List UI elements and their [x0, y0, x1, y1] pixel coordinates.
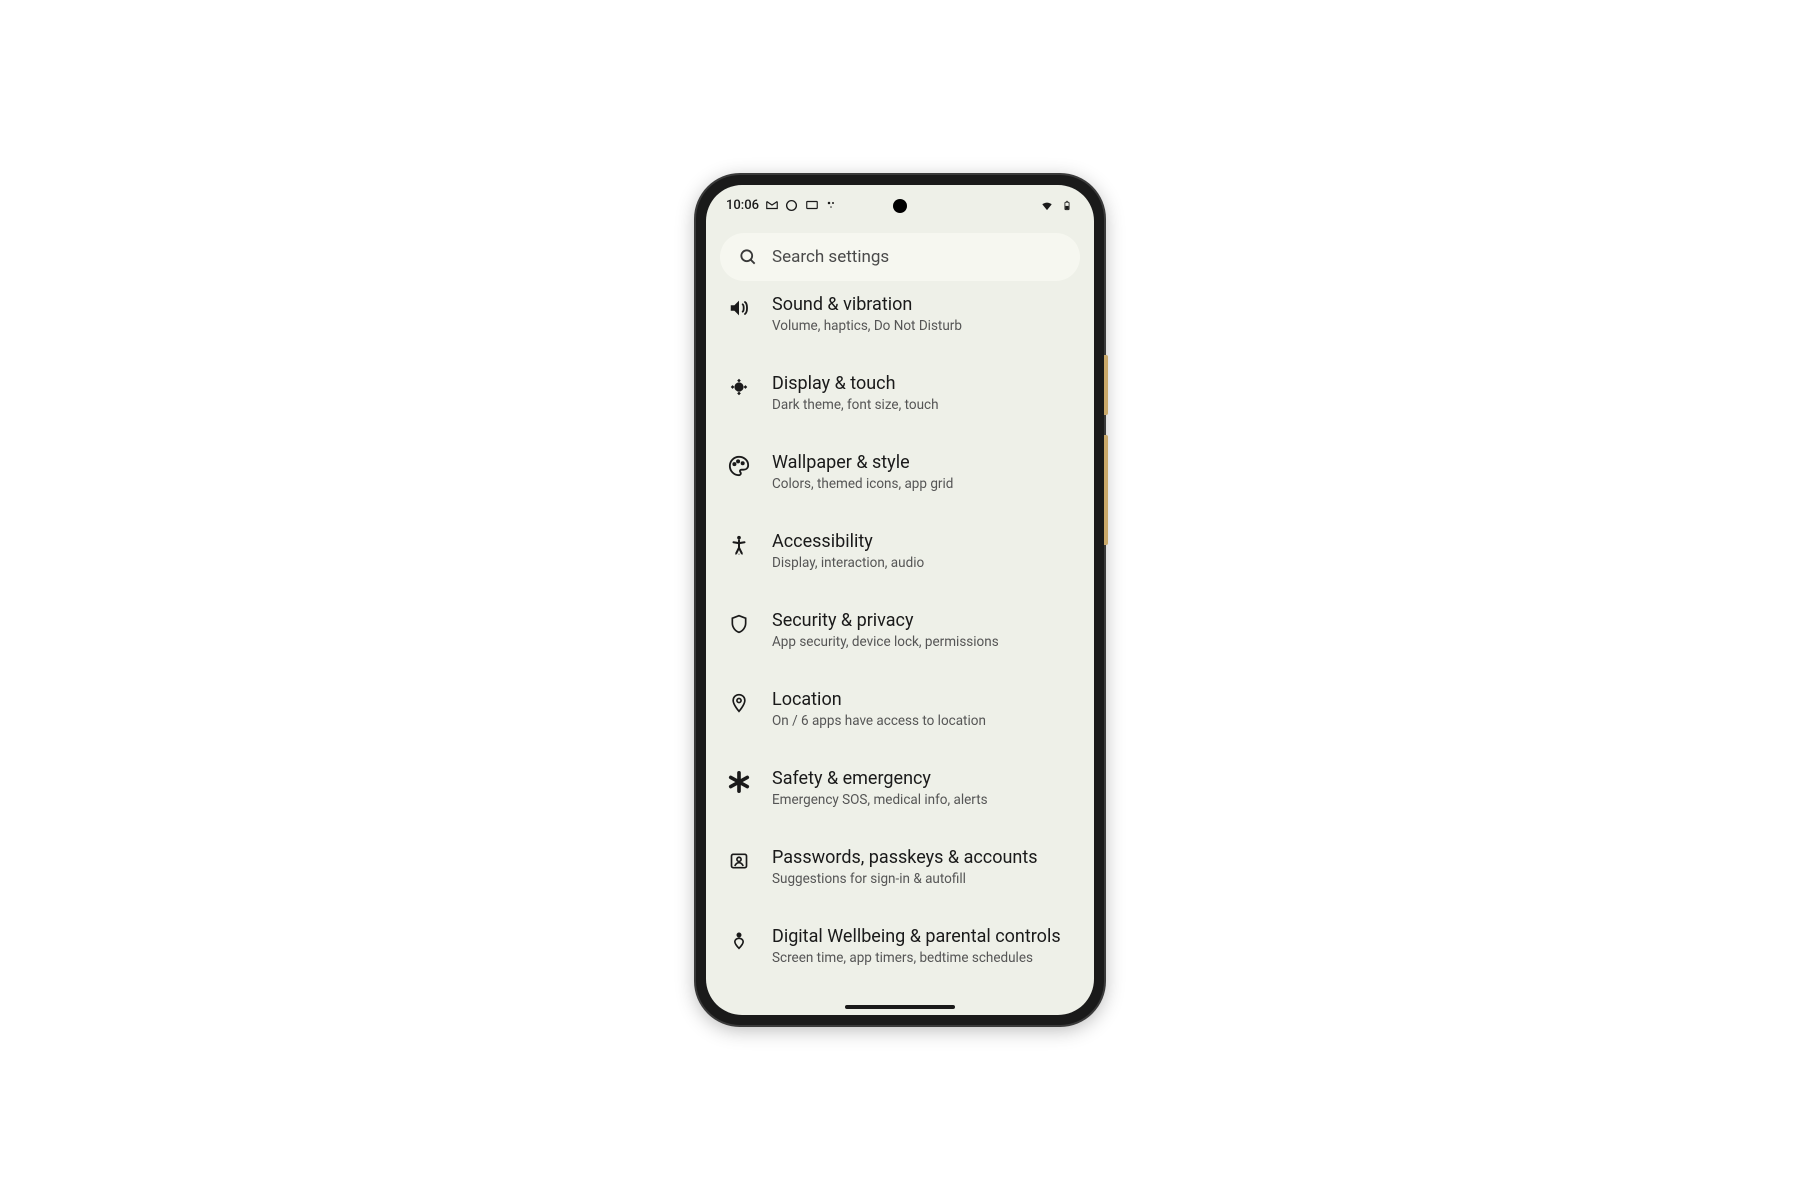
settings-item-wallpaper[interactable]: Wallpaper & style Colors, themed icons, … [706, 433, 1094, 512]
settings-item-wellbeing[interactable]: Digital Wellbeing & parental controls Sc… [706, 907, 1094, 986]
item-subtitle: Volume, haptics, Do Not Disturb [772, 318, 1072, 336]
item-text: Passwords, passkeys & accounts Suggestio… [772, 846, 1072, 889]
item-title: Digital Wellbeing & parental controls [772, 925, 1072, 948]
settings-item-passwords[interactable]: Passwords, passkeys & accounts Suggestio… [706, 828, 1094, 907]
wifi-icon [1040, 198, 1054, 212]
status-right [1040, 198, 1074, 212]
settings-item-display[interactable]: Display & touch Dark theme, font size, t… [706, 354, 1094, 433]
search-placeholder: Search settings [772, 247, 889, 267]
search-container: Search settings [706, 225, 1094, 287]
nav-indicator[interactable] [845, 1005, 955, 1009]
item-subtitle: Screen time, app timers, bedtime schedul… [772, 950, 1072, 968]
item-text: Wallpaper & style Colors, themed icons, … [772, 451, 1072, 494]
settings-item-safety[interactable]: Safety & emergency Emergency SOS, medica… [706, 749, 1094, 828]
item-text: Digital Wellbeing & parental controls Sc… [772, 925, 1072, 968]
item-text: Sound & vibration Volume, haptics, Do No… [772, 293, 1072, 336]
item-title: Location [772, 688, 1072, 711]
item-text: Display & touch Dark theme, font size, t… [772, 372, 1072, 415]
item-title: Passwords, passkeys & accounts [772, 846, 1072, 869]
item-subtitle: Dark theme, font size, touch [772, 397, 1072, 415]
item-subtitle: On / 6 apps have access to location [772, 713, 1072, 731]
item-title: Display & touch [772, 372, 1072, 395]
settings-item-sound[interactable]: Sound & vibration Volume, haptics, Do No… [706, 287, 1094, 354]
item-text: Safety & emergency Emergency SOS, medica… [772, 767, 1072, 810]
circle-icon [785, 198, 799, 212]
item-title: Security & privacy [772, 609, 1072, 632]
item-subtitle: Display, interaction, audio [772, 555, 1072, 573]
item-text: Accessibility Display, interaction, audi… [772, 530, 1072, 573]
item-text: Location On / 6 apps have access to loca… [772, 688, 1072, 731]
phone-frame: 10:06 [696, 175, 1104, 1025]
asterisk-icon [728, 771, 750, 793]
item-subtitle: Emergency SOS, medical info, alerts [772, 792, 1072, 810]
brightness-icon [728, 376, 750, 398]
account-icon [728, 850, 750, 872]
search-bar[interactable]: Search settings [720, 233, 1080, 281]
camera-notch [893, 199, 907, 213]
screen: 10:06 [706, 185, 1094, 1015]
status-left: 10:06 [726, 198, 839, 213]
settings-list[interactable]: Sound & vibration Volume, haptics, Do No… [706, 287, 1094, 985]
rectangle-icon [805, 198, 819, 212]
status-time: 10:06 [726, 198, 759, 213]
gmail-icon [765, 198, 779, 212]
palette-icon [728, 455, 750, 477]
item-subtitle: App security, device lock, permissions [772, 634, 1072, 652]
volume-icon [728, 297, 750, 319]
settings-item-location[interactable]: Location On / 6 apps have access to loca… [706, 670, 1094, 749]
settings-item-security[interactable]: Security & privacy App security, device … [706, 591, 1094, 670]
item-title: Wallpaper & style [772, 451, 1072, 474]
shield-icon [728, 613, 750, 635]
location-icon [728, 692, 750, 714]
item-title: Safety & emergency [772, 767, 1072, 790]
search-icon [738, 247, 758, 267]
accessibility-icon [728, 534, 750, 556]
wellbeing-icon [728, 929, 750, 951]
item-subtitle: Suggestions for sign-in & autofill [772, 871, 1072, 889]
settings-item-accessibility[interactable]: Accessibility Display, interaction, audi… [706, 512, 1094, 591]
item-title: Accessibility [772, 530, 1072, 553]
item-text: Security & privacy App security, device … [772, 609, 1072, 652]
item-title: Sound & vibration [772, 293, 1072, 316]
item-subtitle: Colors, themed icons, app grid [772, 476, 1072, 494]
battery-icon [1060, 198, 1074, 212]
dots-icon [825, 198, 839, 212]
